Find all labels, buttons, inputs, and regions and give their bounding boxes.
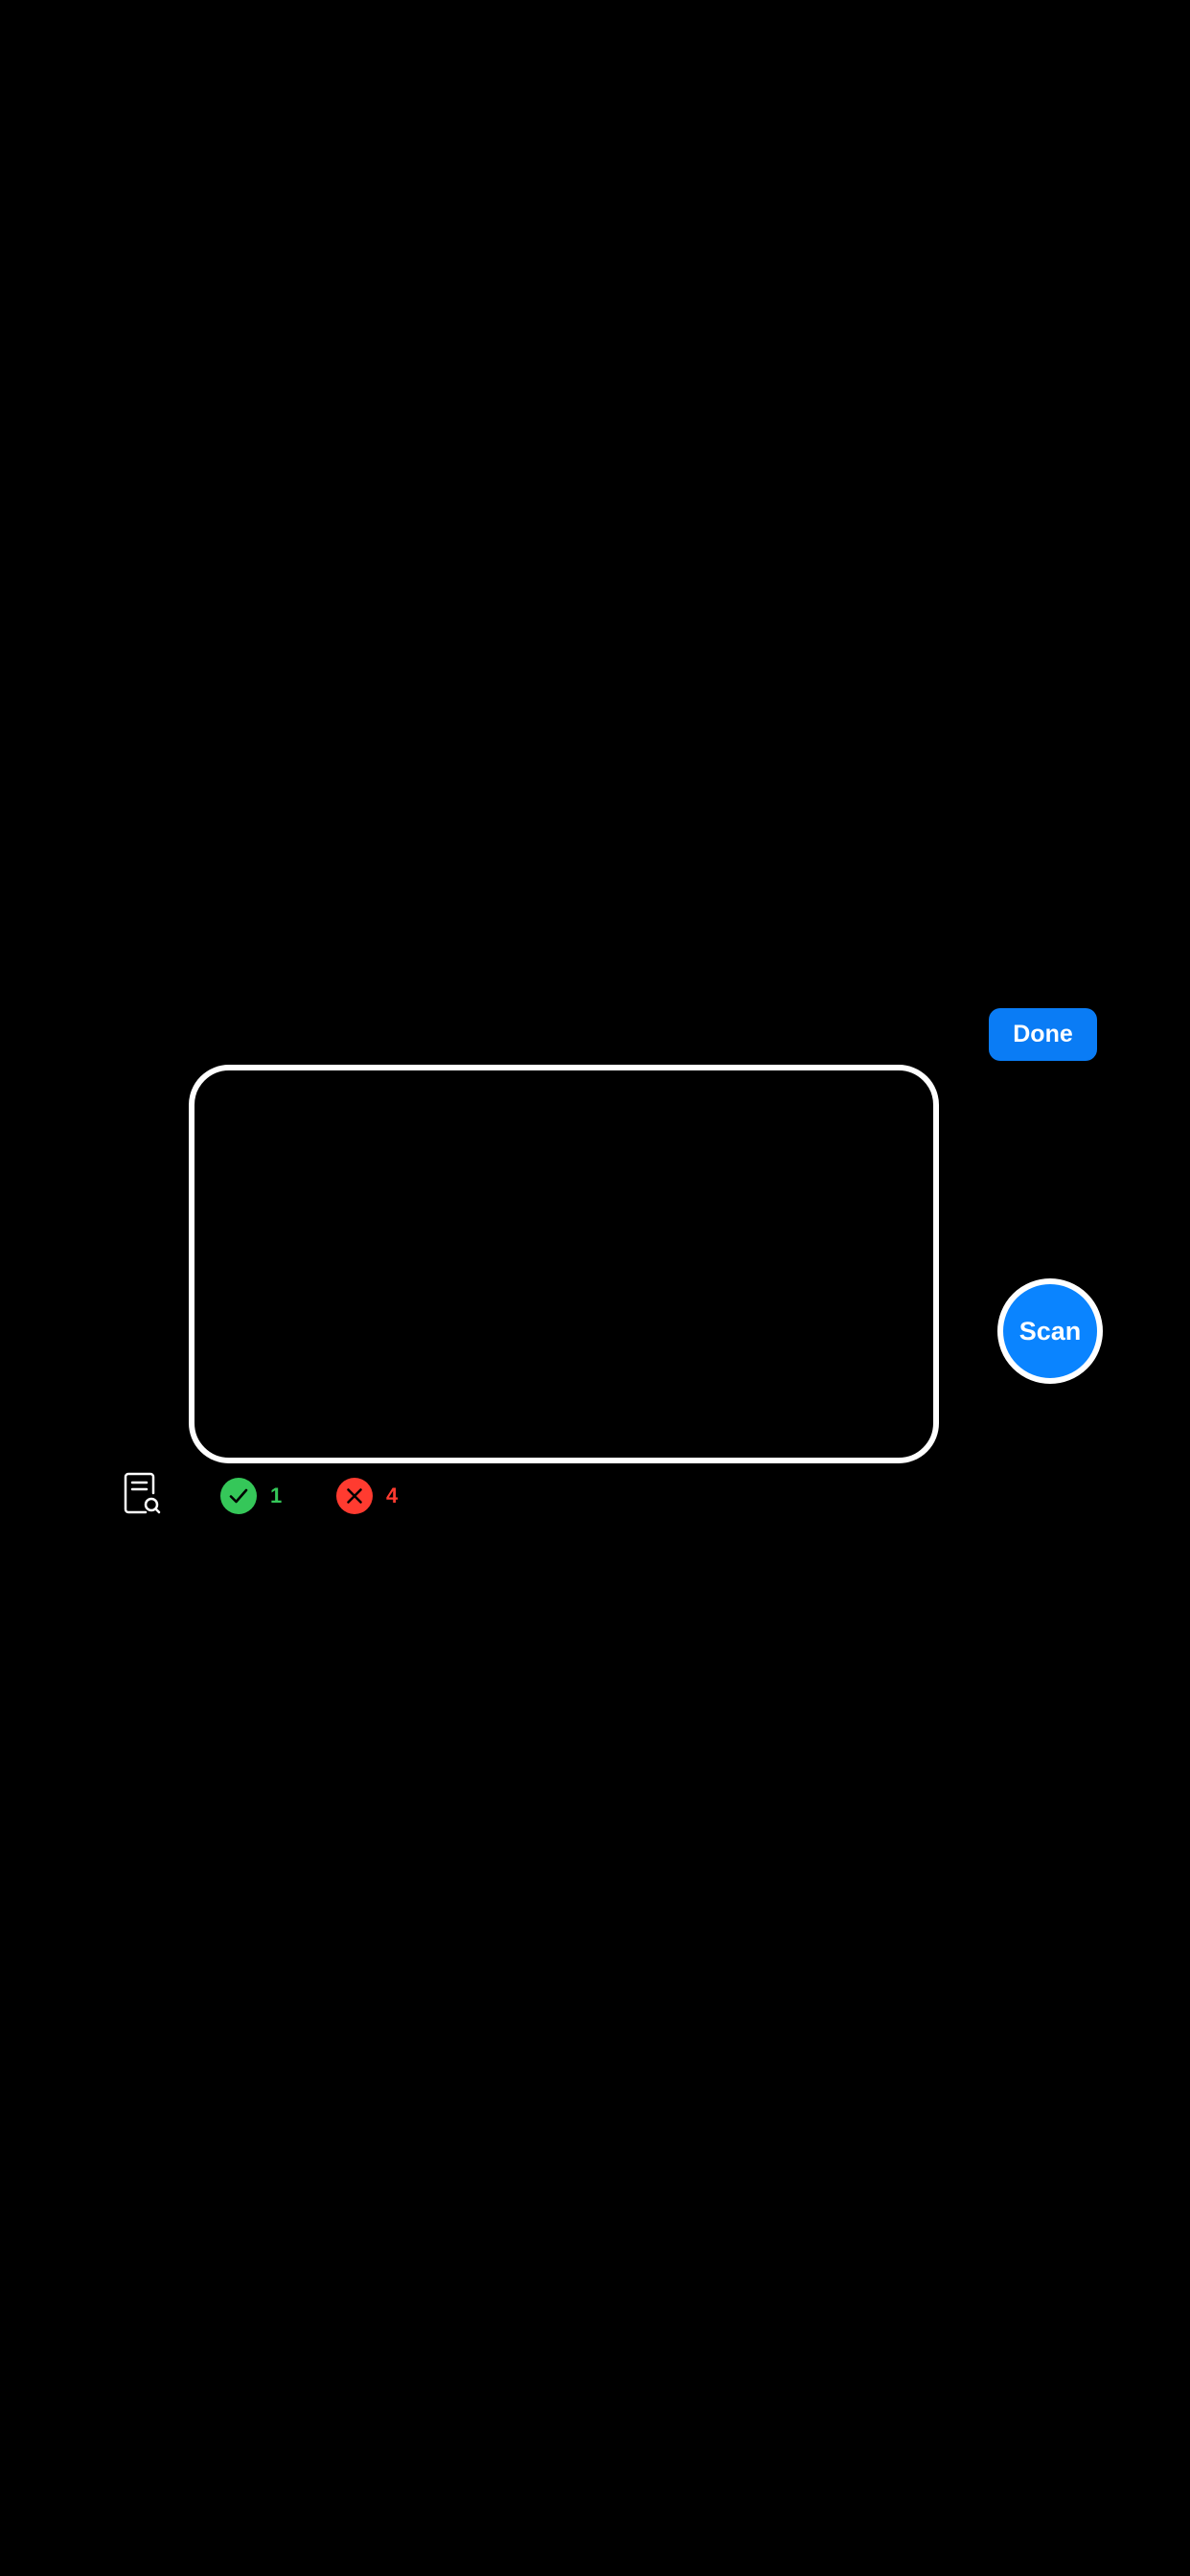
checkmark-circle-icon	[220, 1478, 257, 1514]
x-circle-icon	[336, 1478, 373, 1514]
scan-results-bar: 1 4	[123, 1471, 429, 1521]
done-button[interactable]: Done	[989, 1008, 1097, 1061]
scan-button[interactable]: Scan	[997, 1278, 1103, 1384]
camera-viewfinder: Done Scan 1 4	[0, 0, 1190, 2576]
failure-count-group: 4	[336, 1478, 398, 1514]
success-count: 1	[270, 1484, 283, 1507]
success-count-group: 1	[220, 1478, 282, 1514]
document-search-icon[interactable]	[123, 1472, 161, 1516]
failure-count: 4	[386, 1484, 399, 1507]
scan-frame	[189, 1065, 939, 1463]
